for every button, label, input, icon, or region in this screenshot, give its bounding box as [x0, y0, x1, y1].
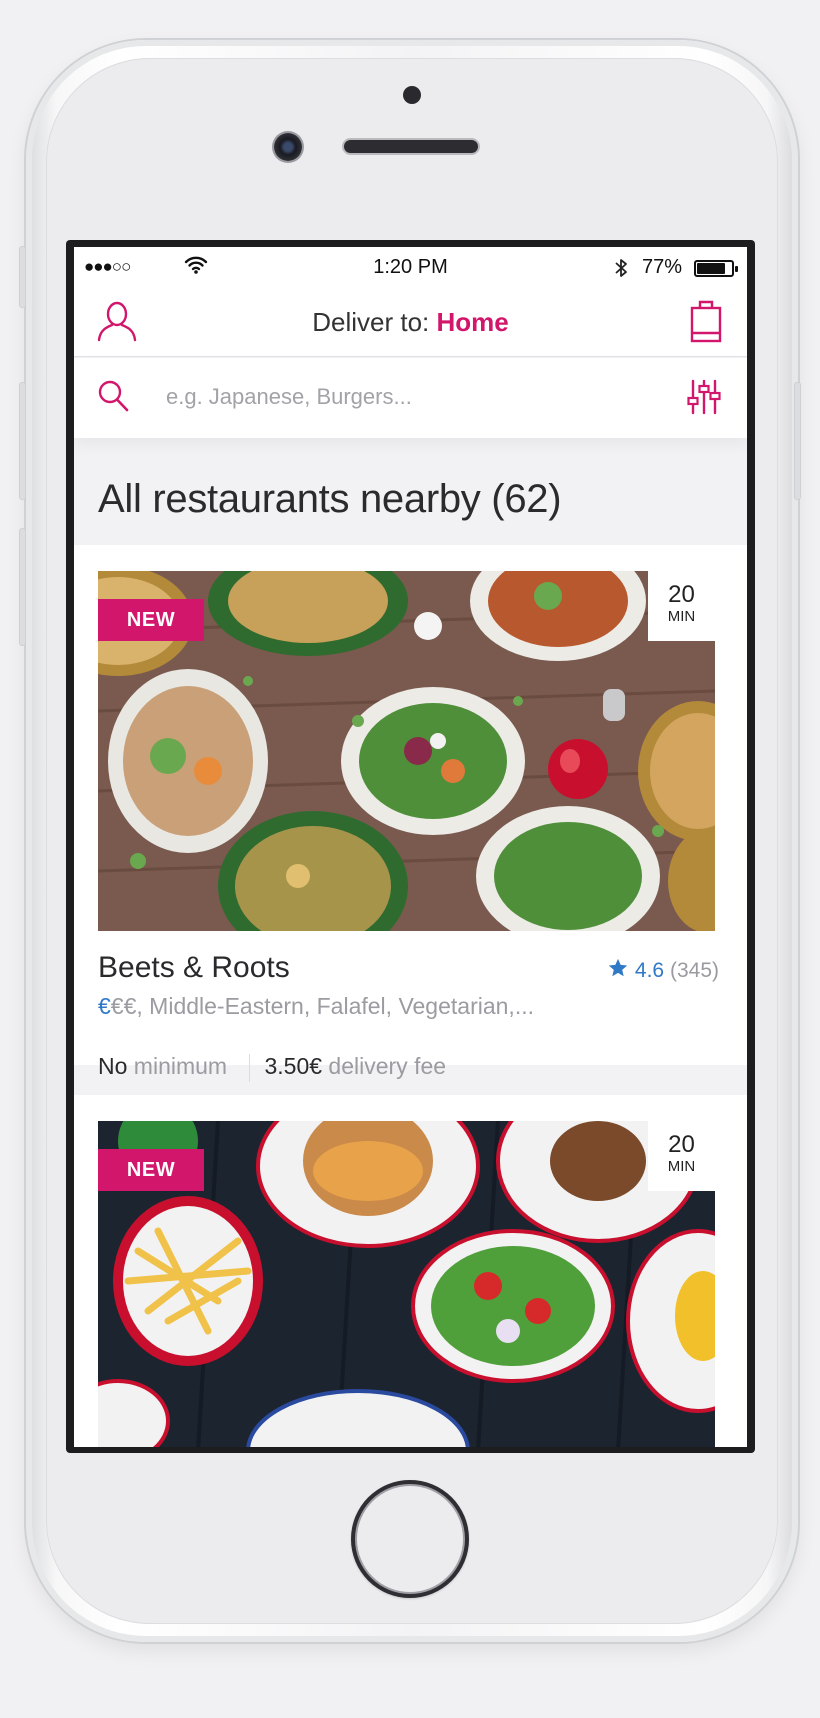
minimum-label: minimum — [133, 1053, 228, 1079]
deliver-to-label: Deliver to: — [312, 307, 430, 337]
eta-minutes: 20 — [668, 581, 695, 608]
status-bar: ●●●○○ 1:20 PM 77% — [74, 247, 747, 287]
screen: ●●●○○ 1:20 PM 77% Deliver to: Home e.g. … — [66, 240, 755, 1453]
star-icon — [607, 957, 629, 979]
app-display: ●●●○○ 1:20 PM 77% Deliver to: Home e.g. … — [74, 247, 747, 1447]
filter-sliders-icon[interactable] — [687, 378, 721, 416]
delivery-info: No minimum 3.50€ delivery fee — [98, 1053, 446, 1082]
home-button[interactable] — [351, 1480, 469, 1598]
eta-unit: MIN — [667, 608, 696, 625]
eta-unit: MIN — [667, 1158, 696, 1175]
cuisine-list: , Middle-Eastern, Falafel, Vegetarian,..… — [136, 993, 534, 1019]
minimum-value: No — [98, 1053, 128, 1079]
battery-icon — [694, 260, 738, 277]
rating-score: 4.6 — [634, 959, 665, 982]
delivery-time-badge: 20 MIN — [648, 1121, 715, 1191]
mute-switch — [19, 246, 26, 308]
restaurant-card[interactable]: NEW 20 MIN Beets & Roots 4.6 (345) €€€, … — [74, 545, 747, 1082]
restaurant-name: Beets & Roots — [98, 951, 290, 984]
divider — [249, 1053, 251, 1082]
app-header: Deliver to: Home — [74, 287, 747, 357]
volume-up-button — [19, 382, 26, 500]
delivery-fee-value: 3.50€ — [264, 1053, 323, 1079]
battery-percent: 77% — [642, 256, 683, 278]
power-button — [794, 382, 801, 500]
price-level-inactive: €€ — [110, 993, 137, 1019]
earpiece-speaker — [344, 140, 478, 153]
deliver-to-selector[interactable]: Deliver to: Home — [74, 307, 747, 338]
rating-count: (345) — [669, 959, 719, 982]
search-icon[interactable] — [96, 378, 130, 414]
new-badge: NEW — [98, 1149, 204, 1191]
front-camera — [274, 133, 302, 161]
search-input[interactable] — [166, 372, 606, 422]
delivery-fee-label: delivery fee — [328, 1053, 447, 1079]
bluetooth-icon — [613, 256, 629, 286]
proximity-sensor — [403, 86, 421, 104]
search-bar — [74, 358, 747, 438]
volume-down-button — [19, 528, 26, 646]
new-badge: NEW — [98, 599, 204, 641]
restaurant-tags: €€€, Middle-Eastern, Falafel, Vegetarian… — [98, 993, 534, 1020]
eta-minutes: 20 — [668, 1131, 695, 1158]
delivery-time-badge: 20 MIN — [648, 571, 715, 641]
shopping-bag-icon[interactable] — [689, 299, 723, 343]
price-level-active: € — [98, 993, 111, 1019]
restaurant-card[interactable]: NEW 20 MIN — [74, 1095, 747, 1447]
delivery-location[interactable]: Home — [437, 307, 509, 337]
section-title: All restaurants nearby (62) — [98, 477, 562, 521]
restaurant-rating: 4.6 (345) — [607, 957, 719, 983]
battery-level — [697, 263, 725, 274]
